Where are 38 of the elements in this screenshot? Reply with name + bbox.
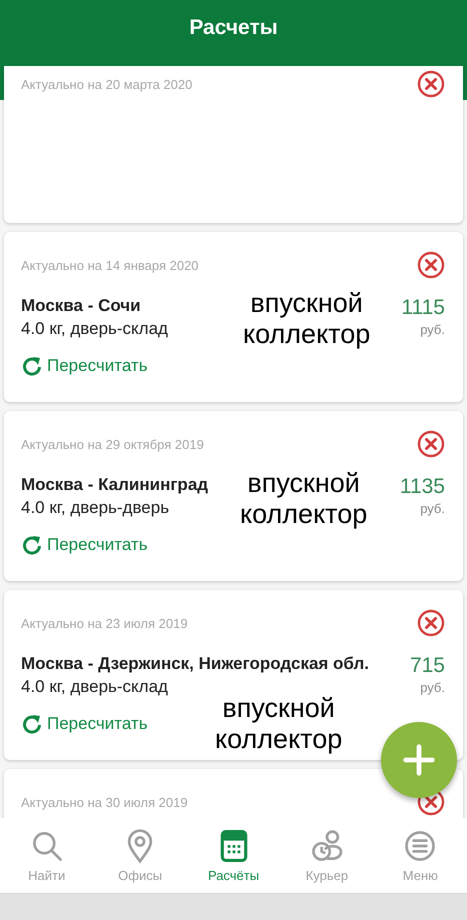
currency-label: руб. (420, 322, 445, 337)
parcel-details: 4.0 кг, дверь-склад (21, 319, 168, 339)
date-label: Актуально на 20 марта 2020 (21, 76, 192, 92)
parcel-details: 4.0 кг, дверь-дверь (21, 498, 170, 518)
overlay-caption: впускной коллектор (240, 468, 368, 530)
date-label: Актуально на 23 июля 2019 (21, 616, 188, 630)
price-value: 715 (410, 654, 445, 678)
refresh-icon (21, 713, 43, 735)
parcel-details: 4.0 кг, дверь-склад (21, 677, 168, 697)
date-label: Актуально на 14 января 2020 (21, 258, 199, 272)
recalculate-link[interactable]: Пересчитать (21, 355, 148, 377)
nav-tab[interactable]: Найти (0, 818, 94, 893)
delete-icon[interactable] (417, 609, 445, 637)
screen-title: Расчеты (189, 16, 278, 41)
price-value: 1135 (400, 475, 445, 499)
refresh-icon (21, 355, 43, 377)
nav-tab[interactable]: Офисы (93, 818, 187, 893)
price-value: 1115 (401, 296, 445, 320)
currency-label: руб. (420, 501, 445, 516)
overlay-caption: впускной коллектор (215, 693, 342, 755)
delete-icon[interactable] (417, 70, 445, 98)
delete-icon[interactable] (417, 430, 445, 458)
route-label: Москва - Калининград (21, 475, 208, 495)
recalculate-link[interactable]: Пересчитать (21, 713, 148, 735)
date-label: Актуально на 30 июля 2019 (21, 794, 188, 810)
nav-tab[interactable]: Меню (374, 818, 467, 893)
route-label: Москва - Дзержинск, Нижегородская обл. (21, 654, 370, 674)
calculation-card[interactable]: Актуально на 30 июля 2019 (4, 769, 463, 818)
currency-label: руб. (420, 680, 445, 695)
date-label: Актуально на 29 октября 2019 (21, 436, 204, 452)
calculation-card[interactable]: Актуально на 20 марта 2020 (4, 66, 463, 223)
refresh-icon (21, 534, 43, 556)
recalculate-link[interactable]: Пересчитать (21, 534, 148, 556)
route-label: Москва - Сочи (21, 296, 141, 316)
nav-tab[interactable]: Расчёты (186, 818, 280, 893)
overlay-caption: впускной коллектор (243, 288, 370, 350)
nav-tab[interactable]: Курьер (280, 818, 374, 893)
delete-icon[interactable] (417, 251, 445, 279)
